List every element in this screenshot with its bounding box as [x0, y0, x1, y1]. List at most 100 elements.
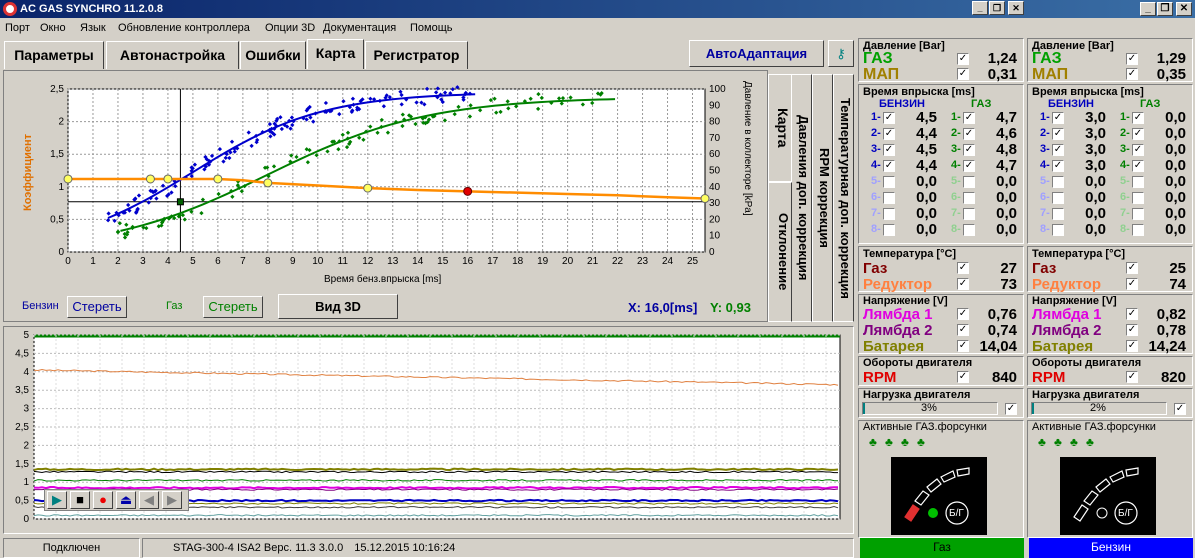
menu-port[interactable]: Порт — [5, 22, 30, 34]
vtab-temp-correction[interactable]: Температурная доп. коррекция — [833, 74, 854, 322]
gas-cyl-value: 4,7 — [996, 109, 1017, 126]
rpm-checkbox[interactable]: ✓ — [1126, 371, 1138, 383]
petrol-cyl-checkbox[interactable] — [883, 176, 895, 188]
gas-cyl-checkbox[interactable]: ✓ — [963, 160, 975, 172]
prev-icon[interactable]: ◀ — [139, 491, 159, 509]
petrol-cyl-checkbox[interactable]: ✓ — [1052, 128, 1064, 140]
rec-y-tick: 2 — [23, 440, 29, 451]
petrol-cyl-checkbox[interactable]: ✓ — [1052, 112, 1064, 124]
help-icon[interactable]: ⚷ — [828, 40, 854, 67]
petrol-cyl-num: 3- — [1040, 143, 1050, 155]
gas-cyl-value: 0,0 — [996, 221, 1017, 238]
menu-language[interactable]: Язык — [80, 22, 106, 34]
temp-reducer-checkbox[interactable]: ✓ — [1126, 278, 1138, 290]
lambda1-checkbox[interactable]: ✓ — [957, 308, 969, 320]
temp-gas-checkbox[interactable]: ✓ — [957, 262, 969, 274]
stop-icon[interactable]: ■ — [70, 491, 90, 509]
tab-errors[interactable]: Ошибки — [240, 41, 306, 69]
x-tick-label: 6 — [215, 256, 221, 267]
gas-cyl-checkbox[interactable] — [1132, 224, 1144, 236]
petrol-cyl-checkbox[interactable]: ✓ — [1052, 144, 1064, 156]
menu-window[interactable]: Окно — [40, 22, 66, 34]
gas-cyl-checkbox[interactable]: ✓ — [1132, 144, 1144, 156]
gas-cyl-checkbox[interactable] — [963, 176, 975, 188]
gas-clear-button[interactable]: Стереть — [203, 296, 263, 318]
lambda2-checkbox[interactable]: ✓ — [1126, 324, 1138, 336]
gas-cyl-checkbox[interactable] — [963, 208, 975, 220]
petrol-cyl-checkbox[interactable]: ✓ — [883, 160, 895, 172]
tab-map[interactable]: Карта — [307, 39, 364, 69]
petrol-cyl-checkbox[interactable] — [1052, 208, 1064, 220]
autoadapt-button[interactable]: АвтоАдаптация — [689, 40, 824, 67]
menu-update[interactable]: Обновление контроллера — [118, 22, 250, 34]
vtab-pressure-correction[interactable]: Давления доп. коррекция — [791, 74, 812, 322]
tab-params[interactable]: Параметры — [4, 41, 104, 69]
record-icon[interactable]: ● — [93, 491, 113, 509]
gas-cyl-value: 0,0 — [996, 173, 1017, 190]
load-box: Нагрузка двигателя 3% ✓ — [858, 388, 1024, 418]
gas-cyl-checkbox[interactable] — [1132, 176, 1144, 188]
temp-gas-checkbox[interactable]: ✓ — [1126, 262, 1138, 274]
gas-pressure-checkbox[interactable]: ✓ — [957, 53, 969, 65]
view-3d-button[interactable]: Вид 3D — [278, 294, 398, 319]
load-checkbox[interactable]: ✓ — [1174, 403, 1186, 415]
x-tick-label: 4 — [165, 256, 171, 267]
play-icon[interactable]: ▶ — [47, 491, 67, 509]
vtab-deviation[interactable]: Отклонение — [768, 182, 792, 322]
gas-cyl-checkbox[interactable] — [963, 224, 975, 236]
gas-cyl-checkbox[interactable]: ✓ — [1132, 112, 1144, 124]
petrol-cyl-num: 6- — [871, 191, 881, 203]
mdi-minimize-button[interactable]: _ — [972, 1, 988, 15]
petrol-cyl-checkbox[interactable] — [883, 224, 895, 236]
battery-label: Батарея — [1032, 338, 1094, 355]
petrol-cyl-checkbox[interactable] — [1052, 176, 1064, 188]
minimize-button[interactable]: _ — [1140, 2, 1156, 16]
eject-icon[interactable]: ⏏ — [116, 491, 136, 509]
petrol-cyl-checkbox[interactable] — [883, 192, 895, 204]
gas-cyl-num: 1- — [1120, 111, 1130, 123]
petrol-cyl-checkbox[interactable] — [883, 208, 895, 220]
next-icon[interactable]: ▶ — [162, 491, 182, 509]
y2-tick-label: 90 — [709, 100, 721, 111]
menu-3d[interactable]: Опции 3D — [265, 22, 315, 34]
petrol-cyl-checkbox[interactable]: ✓ — [883, 128, 895, 140]
map-pressure-checkbox[interactable]: ✓ — [957, 68, 969, 80]
petrol-cyl-checkbox[interactable]: ✓ — [1052, 160, 1064, 172]
menu-help[interactable]: Помощь — [410, 22, 453, 34]
battery-checkbox[interactable]: ✓ — [1126, 340, 1138, 352]
petrol-cyl-checkbox[interactable] — [1052, 224, 1064, 236]
temp-reducer-checkbox[interactable]: ✓ — [957, 278, 969, 290]
map-pressure-checkbox[interactable]: ✓ — [1126, 68, 1138, 80]
petrol-cyl-checkbox[interactable]: ✓ — [883, 144, 895, 156]
tab-autotune[interactable]: Автонастройка — [106, 41, 239, 69]
lambda2-checkbox[interactable]: ✓ — [957, 324, 969, 336]
gas-cyl-checkbox[interactable]: ✓ — [1132, 160, 1144, 172]
rec-y-tick: 4,5 — [15, 348, 29, 359]
menu-docs[interactable]: Документация — [323, 22, 396, 34]
mdi-close-button[interactable]: ✕ — [1008, 1, 1024, 15]
gas-cyl-checkbox[interactable]: ✓ — [963, 128, 975, 140]
load-checkbox[interactable]: ✓ — [1005, 403, 1017, 415]
load-title: Нагрузка двигателя — [1032, 389, 1140, 401]
restore-button[interactable]: ❐ — [1157, 2, 1173, 16]
gas-cyl-checkbox[interactable]: ✓ — [963, 144, 975, 156]
gas-cyl-checkbox[interactable]: ✓ — [963, 112, 975, 124]
mdi-restore-button[interactable]: ❐ — [989, 1, 1005, 15]
vtab-map[interactable]: Карта — [768, 74, 792, 182]
vtab-rpm-correction[interactable]: RPM коррекция — [812, 74, 833, 322]
gas-cyl-checkbox[interactable] — [1132, 208, 1144, 220]
close-button[interactable]: ✕ — [1176, 2, 1192, 16]
petrol-clear-button[interactable]: Стереть — [67, 296, 127, 318]
petrol-cyl-checkbox[interactable]: ✓ — [883, 112, 895, 124]
gas-pressure-checkbox[interactable]: ✓ — [1126, 53, 1138, 65]
gas-cyl-checkbox[interactable] — [1132, 192, 1144, 204]
switch-gauge-icon — [1073, 467, 1139, 525]
gas-cyl-checkbox[interactable] — [963, 192, 975, 204]
lambda1-checkbox[interactable]: ✓ — [1126, 308, 1138, 320]
petrol-cyl-checkbox[interactable] — [1052, 192, 1064, 204]
battery-checkbox[interactable]: ✓ — [957, 340, 969, 352]
rpm-checkbox[interactable]: ✓ — [957, 371, 969, 383]
gas-cyl-checkbox[interactable]: ✓ — [1132, 128, 1144, 140]
load-value: 3% — [921, 402, 937, 414]
tab-recorder[interactable]: Регистратор — [365, 41, 468, 69]
